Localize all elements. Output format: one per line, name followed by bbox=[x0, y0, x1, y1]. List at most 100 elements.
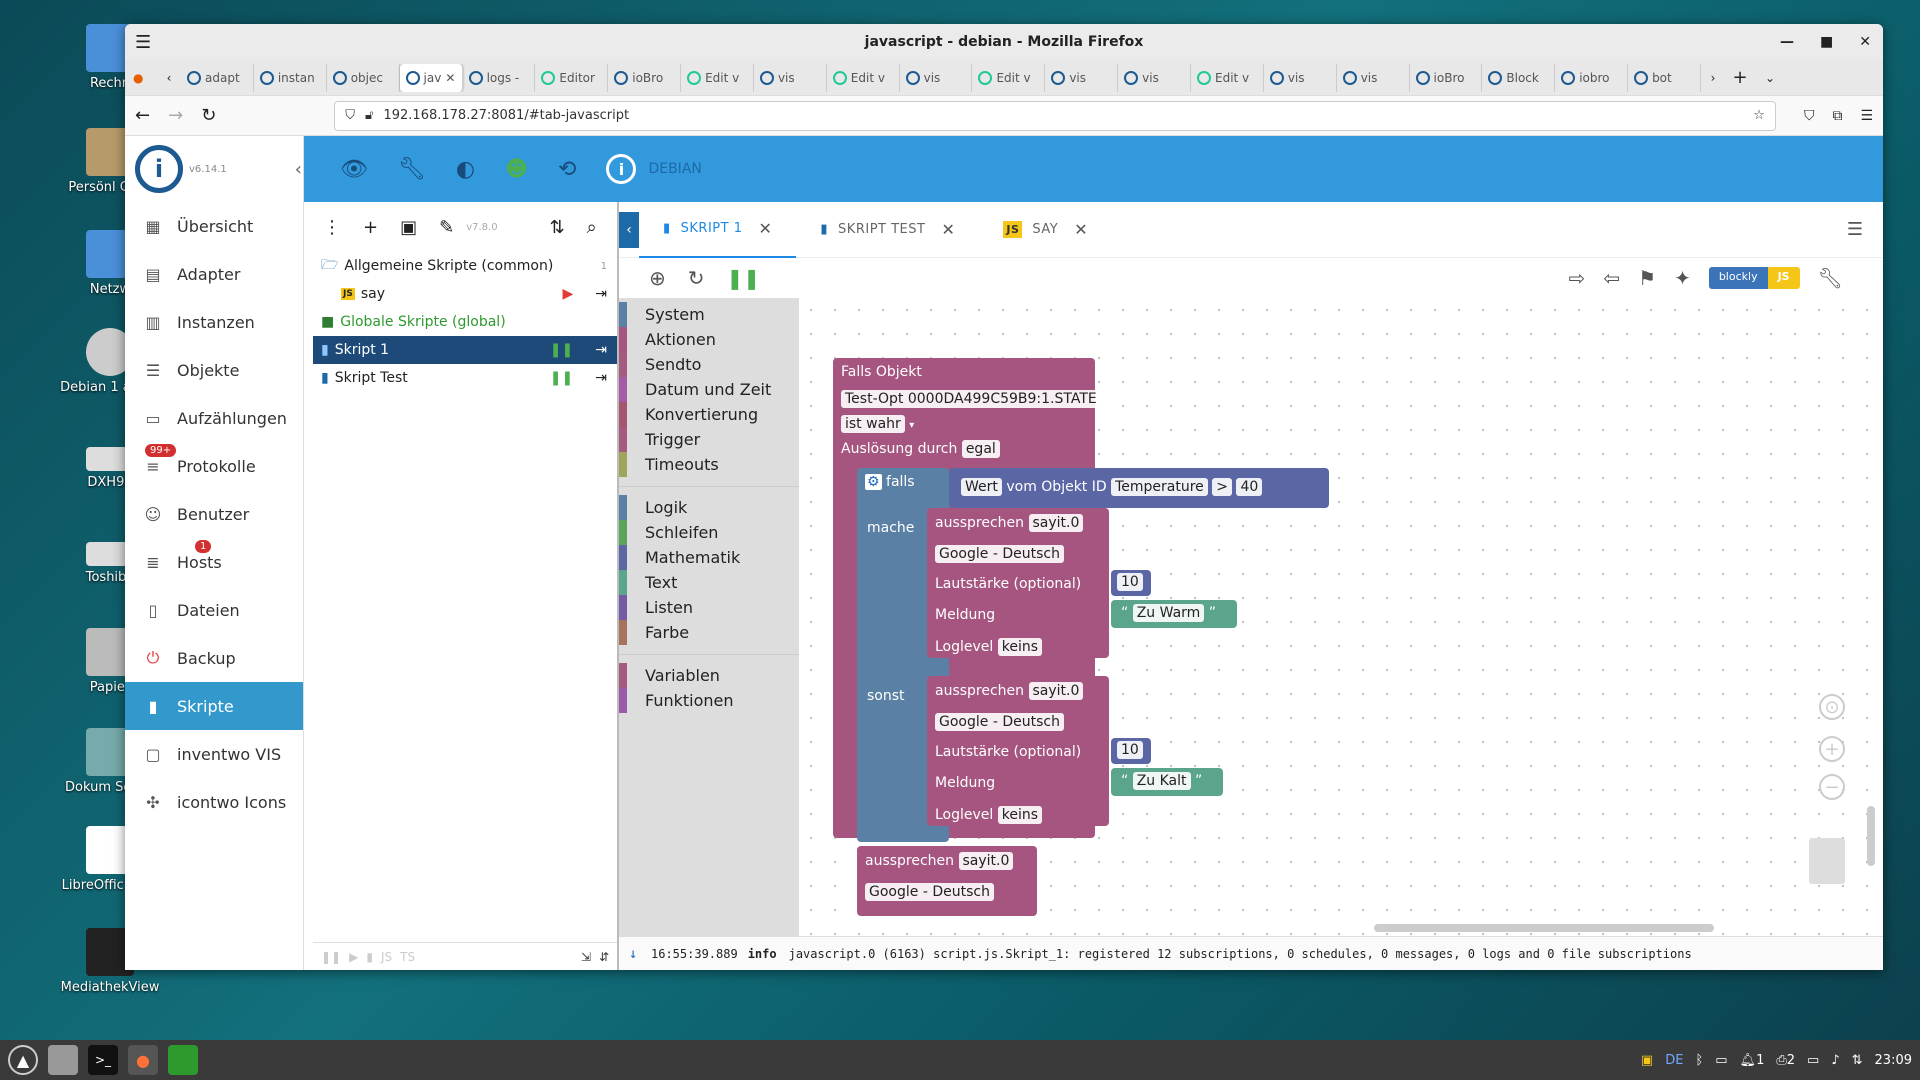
nav-item-inventwo-vis[interactable]: ▢ inventwo VIS bbox=[125, 730, 303, 778]
nav-item-benutzer[interactable]: ☺ Benutzer bbox=[125, 490, 303, 538]
export-icon[interactable]: ⇥ bbox=[595, 370, 607, 386]
toolbox-category[interactable]: Timeouts bbox=[619, 452, 799, 477]
locate-icon[interactable]: ⊕ bbox=[649, 266, 666, 290]
toolbox-category[interactable]: System bbox=[619, 302, 799, 327]
pause-icon[interactable]: ❚❚ bbox=[550, 342, 573, 358]
close-tab-icon[interactable]: ✕ bbox=[445, 71, 455, 85]
voice-dropdown[interactable]: Google - Deutsch bbox=[865, 883, 994, 901]
nav-item-dateien[interactable]: ▯ Dateien bbox=[125, 586, 303, 634]
nav-item-objekte[interactable]: ☰ Objekte bbox=[125, 346, 303, 394]
browser-tab[interactable]: Editor bbox=[535, 63, 609, 92]
pause-script-icon[interactable]: ❚❚ bbox=[727, 266, 761, 290]
bookmark-star-icon[interactable]: ☆ bbox=[1753, 108, 1765, 123]
zoom-in-icon[interactable]: + bbox=[1819, 736, 1845, 762]
expert-mode-icon[interactable]: ☻ bbox=[505, 157, 528, 182]
filter-pause-icon[interactable]: ❚❚ bbox=[321, 950, 341, 964]
filter-blockly-icon[interactable]: ▮ bbox=[366, 950, 373, 964]
browser-tab[interactable]: instan bbox=[254, 63, 327, 92]
sort-icon[interactable]: ⇅ bbox=[550, 217, 565, 238]
trash-can-icon[interactable] bbox=[1809, 838, 1845, 884]
volume-number-block[interactable]: 10 bbox=[1111, 738, 1151, 764]
browser-tab[interactable]: Edit v bbox=[1191, 63, 1264, 92]
browser-tab[interactable]: adapt bbox=[181, 63, 254, 92]
import-blocks-icon[interactable]: ⇦ bbox=[1603, 266, 1620, 290]
toolbox-category[interactable]: Farbe bbox=[619, 620, 799, 645]
toolbox-category[interactable]: Logik bbox=[619, 495, 799, 520]
trigger-dropdown[interactable]: egal bbox=[961, 440, 1000, 458]
browser-tab[interactable]: vis bbox=[1045, 63, 1119, 92]
brightness-icon[interactable]: ◐ bbox=[456, 157, 475, 182]
volume-icon[interactable]: ♪ bbox=[1831, 1053, 1839, 1068]
toolbox-category[interactable]: Aktionen bbox=[619, 327, 799, 352]
tab-skript1[interactable]: ▮ SKRIPT 1 ✕ bbox=[639, 202, 797, 258]
pocket-icon[interactable]: ⛉ bbox=[1804, 108, 1815, 124]
mutator-gear-icon[interactable]: ⚙ bbox=[865, 474, 882, 490]
edit-icon[interactable]: ✎ bbox=[439, 217, 454, 238]
filter-ts-icon[interactable]: TS bbox=[400, 950, 415, 964]
start-menu-icon[interactable]: ▲ bbox=[8, 1045, 38, 1075]
close-tab-icon[interactable]: ✕ bbox=[758, 219, 772, 238]
tab-scroll-left-icon[interactable]: ‹ bbox=[157, 71, 181, 85]
browser-tab[interactable]: ioBro bbox=[608, 63, 682, 92]
notifications-icon[interactable]: 🔔︎1 bbox=[1740, 1053, 1765, 1068]
blockly-js-toggle[interactable]: blockly JS bbox=[1708, 267, 1800, 289]
export-icon[interactable]: ⇥ bbox=[595, 342, 607, 358]
forward-icon[interactable]: → bbox=[168, 105, 183, 126]
sync-off-icon[interactable]: ⟲ bbox=[558, 157, 576, 182]
pause-icon[interactable]: ❚❚ bbox=[550, 370, 573, 386]
toolbox-category[interactable]: Trigger bbox=[619, 427, 799, 452]
say-instance-dropdown[interactable]: sayit.0 bbox=[1028, 682, 1084, 700]
browser-tab[interactable]: jav ✕ bbox=[399, 63, 463, 92]
browser-tab[interactable]: Edit v bbox=[681, 63, 754, 92]
window-titlebar[interactable]: ☰ javascript - debian - Mozilla Firefox … bbox=[125, 24, 1883, 60]
browser-tab[interactable]: vis bbox=[1337, 63, 1410, 92]
toolbox-category[interactable]: Listen bbox=[619, 595, 799, 620]
horizontal-scrollbar[interactable] bbox=[1374, 924, 1714, 932]
tab-list-icon[interactable]: ⌄ bbox=[1755, 71, 1785, 85]
browser-tab[interactable]: Block bbox=[1482, 63, 1556, 92]
collapse-tree-icon[interactable]: ‹ bbox=[619, 211, 639, 248]
value-object-field[interactable]: Temperature bbox=[1111, 478, 1208, 496]
file-manager-icon[interactable] bbox=[48, 1045, 78, 1075]
browser-tab[interactable]: Edit v bbox=[972, 63, 1046, 92]
tree-folder-common[interactable]: 🗁︎ Allgemeine Skripte (common) 1 bbox=[313, 252, 617, 280]
tab-skripttest[interactable]: ▮ SKRIPT TEST ✕ bbox=[796, 202, 979, 258]
bluetooth-icon[interactable]: ᛒ bbox=[1695, 1053, 1703, 1068]
desktop-icon[interactable]: ▭ bbox=[1807, 1053, 1819, 1068]
restart-icon[interactable]: ↻ bbox=[688, 266, 705, 290]
text-block-1[interactable]: “ Zu Warm ” bbox=[1111, 600, 1237, 628]
firefox-view-icon[interactable]: ● bbox=[133, 71, 157, 85]
tab-say[interactable]: JS SAY ✕ bbox=[979, 202, 1112, 258]
clock[interactable]: 23:09 bbox=[1875, 1053, 1912, 1068]
tree-folder-global[interactable]: ■ Globale Skripte (global) bbox=[313, 308, 617, 336]
nav-item-übersicht[interactable]: ▦ Übersicht bbox=[125, 202, 303, 250]
collapse-sidebar-icon[interactable]: ‹ bbox=[295, 159, 302, 180]
nav-item-aufzählungen[interactable]: ▭ Aufzählungen bbox=[125, 394, 303, 442]
reload-icon[interactable]: ↻ bbox=[201, 105, 216, 126]
tree-menu-icon[interactable]: ⋮ bbox=[323, 217, 341, 238]
scroll-down-icon[interactable]: ↓ bbox=[629, 946, 637, 962]
blockly-canvas[interactable]: Falls Objekt Test-Opt 0000DA499C59B9:1.S… bbox=[799, 298, 1883, 936]
say-instance-dropdown[interactable]: sayit.0 bbox=[958, 852, 1014, 870]
keyboard-layout[interactable]: DE bbox=[1665, 1053, 1683, 1068]
value-dropdown[interactable]: Wert bbox=[961, 478, 1002, 496]
toolbox-category[interactable]: Sendto bbox=[619, 352, 799, 377]
toolbox-category[interactable]: Funktionen bbox=[619, 688, 799, 713]
condition-dropdown[interactable]: ist wahr bbox=[841, 415, 905, 433]
close-tab-icon[interactable]: ✕ bbox=[941, 220, 955, 239]
editor-menu-icon[interactable]: ☰ bbox=[1847, 219, 1863, 240]
tree-script-say[interactable]: JS say ▶ ⇥ bbox=[313, 280, 617, 308]
eye-icon[interactable]: 👁︎ bbox=[340, 157, 368, 182]
nav-item-protokolle[interactable]: ≡ Protokolle 99+ bbox=[125, 442, 303, 490]
browser-tab[interactable]: bot bbox=[1628, 63, 1701, 92]
nav-item-icontwo-icons[interactable]: ✣ icontwo Icons bbox=[125, 778, 303, 826]
text-block-2[interactable]: “ Zu Kalt ” bbox=[1111, 768, 1223, 796]
number-field[interactable]: 40 bbox=[1236, 478, 1263, 496]
voice-dropdown[interactable]: Google - Deutsch bbox=[935, 545, 1064, 563]
search-icon[interactable]: ⌕ bbox=[587, 217, 597, 238]
close-window-icon[interactable]: ✕ bbox=[1859, 34, 1871, 50]
export-blocks-icon[interactable]: ⇨ bbox=[1569, 266, 1586, 290]
toolbox-category[interactable]: Mathematik bbox=[619, 545, 799, 570]
terminal-icon[interactable]: >_ bbox=[88, 1045, 118, 1075]
close-tab-icon[interactable]: ✕ bbox=[1074, 220, 1088, 239]
